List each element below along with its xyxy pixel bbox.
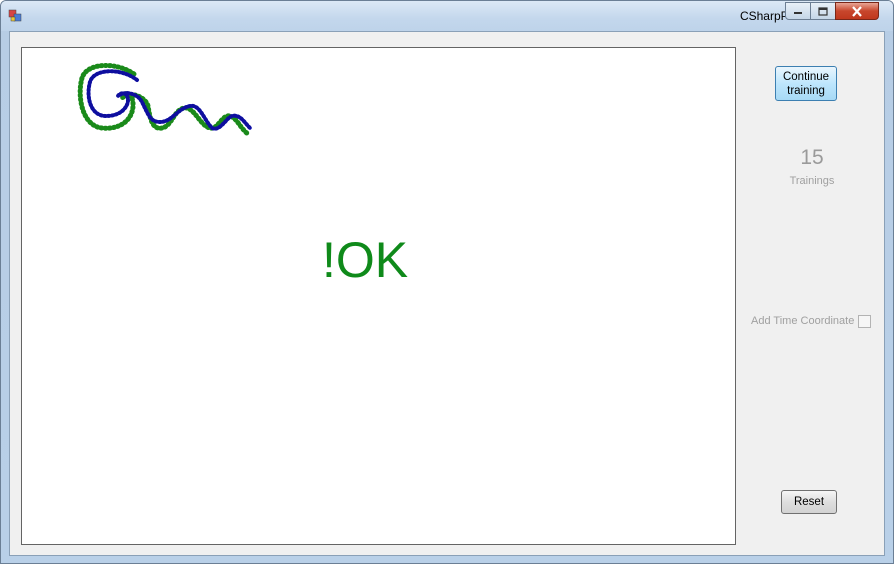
- title-bar[interactable]: CSharpPaint: [1, 1, 893, 31]
- client-area: !OK Continue training 15 Trainings Add T…: [9, 31, 885, 556]
- result-text: !OK: [322, 232, 409, 288]
- close-button[interactable]: [835, 2, 879, 20]
- add-time-coordinate-checkbox[interactable]: [858, 315, 871, 328]
- app-icon: [8, 9, 22, 22]
- trainings-count: 15: [800, 146, 824, 169]
- drawn-stroke-dots: [86, 69, 252, 131]
- continue-training-button[interactable]: Continue training: [775, 66, 837, 101]
- trainings-label: Trainings: [789, 175, 835, 187]
- app-window: CSharpPaint !OK Continue training 15 Tra…: [0, 0, 894, 564]
- maximize-button[interactable]: [810, 2, 836, 20]
- add-time-coordinate-label: Add Time Coordinate: [751, 315, 855, 327]
- maximize-icon: [818, 6, 828, 16]
- minimize-button[interactable]: [785, 2, 811, 20]
- minimize-icon: [794, 12, 802, 14]
- reset-button[interactable]: Reset: [781, 490, 837, 514]
- gesture-strokes: [77, 62, 252, 137]
- drawing-canvas[interactable]: !OK: [21, 47, 736, 545]
- close-icon: [852, 5, 862, 17]
